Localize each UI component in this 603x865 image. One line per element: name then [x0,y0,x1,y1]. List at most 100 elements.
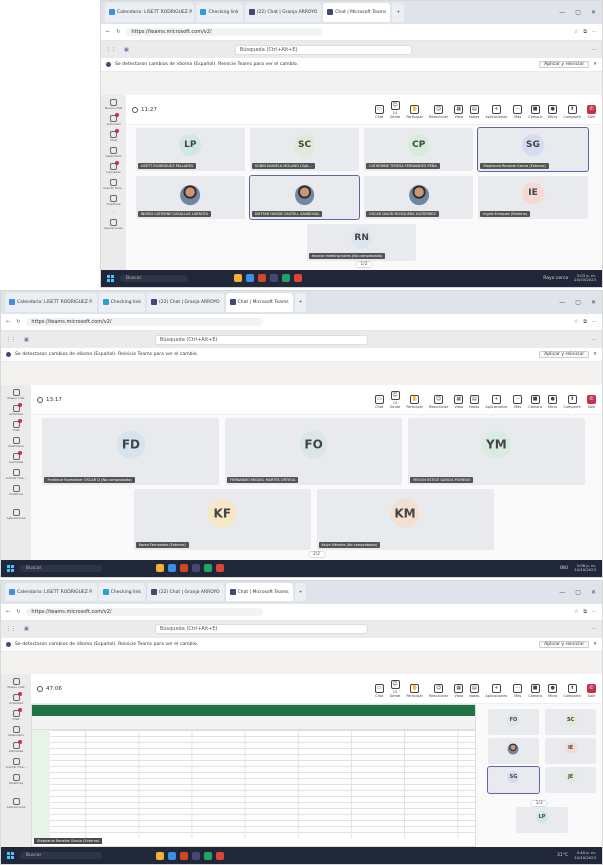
control-people[interactable]: ☺ 15 Gente [390,679,400,698]
rail-item-calls[interactable]: Llamadas [9,451,23,464]
url-field[interactable]: https://teams.microsoft.com/v2/ [26,607,263,616]
rail-item-chat[interactable]: Chat [12,419,22,432]
minimize-icon[interactable]: — [559,299,565,306]
files-app-icon[interactable] [155,564,164,573]
control-leave[interactable]: ✆ Salir [587,104,596,119]
browser-tab[interactable]: Checking link [98,293,145,312]
gallery-pager[interactable]: 1/2 [355,260,373,268]
search-input[interactable]: Búsqueda (Ctrl+Alt+E) [154,334,368,345]
rail-item-app[interactable]: Arandir Hire... [6,758,26,769]
more-icon[interactable]: ⋯ [592,319,597,325]
participant-tile[interactable]: CP CATHERINE TERESA FERNANDEZ PEÑA [364,127,474,172]
participant-tile[interactable]: KM Kelys Méndez (No comprobado) [316,488,494,550]
windows-start-icon[interactable] [7,564,14,572]
participant-tile[interactable]: SG Stephania Recalde Garcia (Externo) [477,126,589,173]
control-more[interactable]: ⋯ Más [513,683,523,698]
minimize-icon[interactable]: — [559,589,565,596]
more-icon[interactable]: ⋯ [592,29,597,35]
grid-icon[interactable]: ⋮⋮ [6,626,16,632]
excel-app-icon[interactable] [203,851,212,860]
control-more[interactable]: ⋯ Más [513,394,523,409]
edge-app-icon[interactable] [167,564,176,573]
participant-tile[interactable]: RN marcar meeting notes (No comprobado) [306,223,417,262]
grid-icon[interactable]: ⋮⋮ [106,47,116,53]
extensions-icon[interactable]: ⧉ [583,319,587,325]
url-field[interactable]: https://teams.microsoft.com/v2/ [26,317,263,326]
browser-tab[interactable]: Checking link [196,3,243,22]
rail-item-chat[interactable]: Chat [12,708,22,721]
participant-tile[interactable]: LP [516,806,568,833]
control-share[interactable]: ⬆ Compartir [563,394,581,409]
control-chat[interactable]: ▭ Chat [374,394,384,409]
back-icon[interactable]: ← [6,319,10,325]
participant-tile[interactable]: IE [544,738,597,764]
refresh-icon[interactable]: ↻ [16,609,20,615]
participant-tile[interactable]: SG [486,765,541,794]
control-share[interactable]: ⬆ Compartir [563,104,581,119]
rail-item-calendar[interactable]: Calendario [8,437,24,448]
control-react[interactable]: ☺ Reaccionar [429,683,448,698]
browser-tab-active[interactable]: Chat | Microsoft Teams [323,3,391,22]
close-icon[interactable]: ✕ [593,642,597,647]
rail-item-more[interactable]: ... [15,501,18,504]
office-app-icon[interactable] [179,564,188,573]
control-chat[interactable]: ▭ Chat [374,104,384,119]
teams-app-icon[interactable] [191,851,200,860]
url-field[interactable]: https://teams.microsoft.com/v2/ [126,27,323,36]
close-icon[interactable]: ✕ [591,589,596,596]
rail-item-activity[interactable]: Actividad [107,113,120,126]
rail-item-more[interactable]: ... [112,211,115,214]
refresh-icon[interactable]: ↻ [16,319,20,325]
chrome-app-icon[interactable] [293,274,302,283]
participant-tile[interactable]: YM YEISON ESTICE GARCIA MORENO [407,417,585,485]
participant-tile[interactable]: OSCAR DAVID MOSQUERA GUTIERREZ [364,175,474,220]
search-input[interactable]: Búsqueda (Ctrl+Alt+E) [234,44,412,55]
control-mic[interactable]: ● Micro [548,104,557,119]
rail-item-chat[interactable]: Chat [110,129,120,142]
taskbar-search[interactable]: Buscar [20,852,103,860]
control-camera[interactable]: ■ Cámara [528,683,542,698]
new-tab-button[interactable]: + [392,3,405,22]
control-camera[interactable]: ■ Cámara [528,394,542,409]
control-raise-hand[interactable]: ✋ Participar [406,104,423,119]
new-tab-button[interactable]: + [294,583,307,602]
grid-icon[interactable]: ⋮⋮ [6,337,16,343]
apply-restart-button[interactable]: Aplicar y reiniciar [539,640,590,648]
browser-tab[interactable]: (22) Chat | Granja ARROYO [244,3,322,22]
maximize-icon[interactable]: ▢ [575,299,581,306]
rail-item-calendar[interactable]: Calendario [8,726,24,737]
close-icon[interactable]: ✕ [593,62,597,67]
browser-tab[interactable]: (22) Chat | Granja ARROYO [146,293,224,312]
windows-start-icon[interactable] [7,852,14,860]
participant-tile[interactable]: JE [544,766,597,793]
gallery-pager[interactable]: 2/2 [307,550,326,558]
rail-item-apps[interactable]: Aplicaciones [7,509,25,520]
edge-app-icon[interactable] [245,274,254,283]
control-view[interactable]: ▦ Vista [454,683,464,698]
extensions-icon[interactable]: ⧉ [583,29,587,35]
more-icon[interactable]: ⋯ [592,337,597,343]
search-input[interactable]: Búsqueda (Ctrl+Alt+E) [154,624,368,635]
back-icon[interactable]: ← [106,29,110,35]
rail-item-onedrive[interactable]: OneDrive [106,195,121,206]
participant-tile[interactable]: DIEFFAR HARDE CASTELL SANDOVAL [248,174,361,221]
rail-item-new-chat[interactable]: Nuevo chat [105,99,122,110]
star-icon[interactable]: ☆ [574,609,578,615]
new-tab-button[interactable]: + [294,293,307,312]
rail-item-activity[interactable]: Actividad [9,403,23,416]
rail-item-more[interactable]: ... [15,790,18,793]
participant-tile[interactable]: INGRID CATERINE CASALLAS LARROTA [135,175,246,220]
control-leave[interactable]: ✆ Salir [587,683,596,698]
rail-item-onedrive[interactable]: OneDrive [9,485,23,496]
excel-app-icon[interactable] [203,564,212,573]
participant-tile[interactable]: FO [487,709,540,736]
participant-tile[interactable]: KF Karen Fernandez (Externo) [133,488,311,550]
rail-item-app[interactable]: Arandir Hire... [103,179,124,190]
minimize-icon[interactable]: — [559,9,565,16]
rail-item-new-chat[interactable]: Nuevo chat [7,678,25,689]
control-people[interactable]: ☺ 14 Gente [390,390,400,409]
control-raise-hand[interactable]: ✋ Participar [406,683,423,698]
control-apps[interactable]: + Aplicaciones [485,683,507,698]
files-app-icon[interactable] [155,851,164,860]
windows-start-icon[interactable] [107,274,114,282]
